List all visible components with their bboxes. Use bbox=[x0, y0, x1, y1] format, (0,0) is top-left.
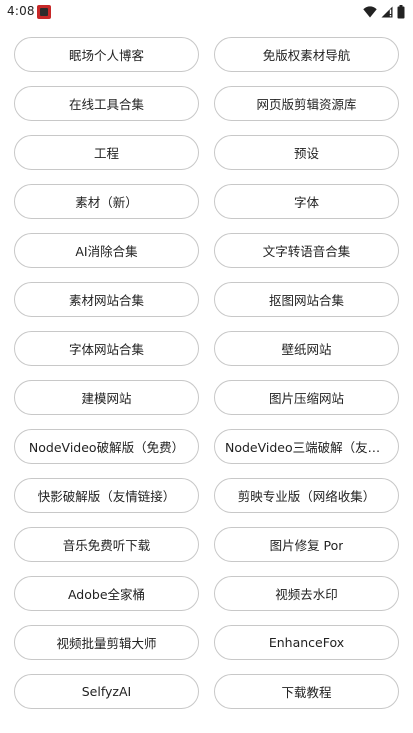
link-button-image-restore[interactable]: 图片修复 Por bbox=[214, 527, 399, 562]
link-label: 视频批量剪辑大师 bbox=[56, 636, 157, 651]
link-button-text-to-speech[interactable]: 文字转语音合集 bbox=[214, 233, 399, 268]
link-button-batch-editor[interactable]: 视频批量剪辑大师 bbox=[14, 625, 199, 660]
link-label: 抠图网站合集 bbox=[268, 293, 344, 308]
link-label: Adobe全家桶 bbox=[67, 587, 146, 602]
link-label: 素材网站合集 bbox=[68, 293, 144, 308]
link-button-nodevideo-three-platform[interactable]: NodeVideo三端破解（友情… bbox=[214, 429, 399, 464]
link-label: 下载教程 bbox=[281, 685, 332, 700]
link-button-materials-new[interactable]: 素材（新） bbox=[14, 184, 199, 219]
wifi-icon bbox=[363, 6, 377, 18]
link-button-presets[interactable]: 预设 bbox=[214, 135, 399, 170]
link-button-enhancefox[interactable]: EnhanceFox bbox=[214, 625, 399, 660]
cellular-signal-icon bbox=[381, 6, 393, 18]
link-button-font-sites[interactable]: 字体网站合集 bbox=[14, 331, 199, 366]
link-button-material-sites[interactable]: 素材网站合集 bbox=[14, 282, 199, 317]
link-button-watermark-removal[interactable]: 视频去水印 bbox=[214, 576, 399, 611]
link-button-wallpaper-sites[interactable]: 壁纸网站 bbox=[214, 331, 399, 366]
link-label: 眠场个人博客 bbox=[68, 48, 144, 63]
link-button-ai-removal[interactable]: AI消除合集 bbox=[14, 233, 199, 268]
status-bar: 4:08 bbox=[0, 0, 413, 24]
link-label: 壁纸网站 bbox=[281, 342, 332, 357]
link-label: 字体网站合集 bbox=[68, 342, 144, 357]
link-button-download-tutorial[interactable]: 下载教程 bbox=[214, 674, 399, 709]
link-label: 预设 bbox=[293, 146, 319, 161]
link-label: 文字转语音合集 bbox=[262, 244, 351, 259]
link-label: AI消除合集 bbox=[75, 244, 138, 259]
link-label: SelfyzAI bbox=[81, 684, 132, 699]
link-label: 建模网站 bbox=[81, 391, 132, 406]
link-button-fonts[interactable]: 字体 bbox=[214, 184, 399, 219]
status-time: 4:08 bbox=[7, 4, 35, 18]
link-label: 工程 bbox=[93, 146, 119, 161]
link-button-selfyzai[interactable]: SelfyzAI bbox=[14, 674, 199, 709]
link-label: 视频去水印 bbox=[275, 587, 338, 602]
link-button-blog[interactable]: 眠场个人博客 bbox=[14, 37, 199, 72]
link-label: NodeVideo三端破解（友情… bbox=[225, 440, 388, 455]
link-button-online-tools[interactable]: 在线工具合集 bbox=[14, 86, 199, 121]
link-label: 免版权素材导航 bbox=[262, 48, 351, 63]
link-label: 音乐免费听下载 bbox=[62, 538, 151, 553]
link-button-web-editing-library[interactable]: 网页版剪辑资源库 bbox=[214, 86, 399, 121]
status-icons bbox=[363, 4, 405, 20]
link-button-nodevideo-free[interactable]: NodeVideo破解版（免费） bbox=[14, 429, 199, 464]
link-label: 网页版剪辑资源库 bbox=[256, 97, 357, 112]
link-button-kuaiying[interactable]: 快影破解版（友情链接） bbox=[14, 478, 199, 513]
link-button-projects[interactable]: 工程 bbox=[14, 135, 199, 170]
battery-icon bbox=[397, 5, 405, 19]
link-button-image-compression[interactable]: 图片压缩网站 bbox=[214, 380, 399, 415]
link-label: 字体 bbox=[293, 195, 319, 210]
link-button-royalty-free-nav[interactable]: 免版权素材导航 bbox=[214, 37, 399, 72]
app-notification-icon bbox=[37, 5, 51, 19]
link-label: 剪映专业版（网络收集） bbox=[237, 489, 376, 504]
link-button-cutout-sites[interactable]: 抠图网站合集 bbox=[214, 282, 399, 317]
link-button-jianying-pro[interactable]: 剪映专业版（网络收集） bbox=[214, 478, 399, 513]
link-button-modeling-sites[interactable]: 建模网站 bbox=[14, 380, 199, 415]
link-label: 在线工具合集 bbox=[68, 97, 144, 112]
link-label: 素材（新） bbox=[75, 195, 138, 210]
link-button-music-download[interactable]: 音乐免费听下载 bbox=[14, 527, 199, 562]
link-grid: 眠场个人博客 免版权素材导航 在线工具合集 网页版剪辑资源库 工程 预设 素材（… bbox=[14, 37, 399, 709]
link-label: EnhanceFox bbox=[268, 635, 345, 650]
link-label: 图片压缩网站 bbox=[268, 391, 344, 406]
link-label: 快影破解版（友情链接） bbox=[37, 489, 176, 504]
link-label: 图片修复 Por bbox=[269, 538, 344, 553]
link-label: NodeVideo破解版（免费） bbox=[28, 440, 185, 455]
link-button-adobe-suite[interactable]: Adobe全家桶 bbox=[14, 576, 199, 611]
